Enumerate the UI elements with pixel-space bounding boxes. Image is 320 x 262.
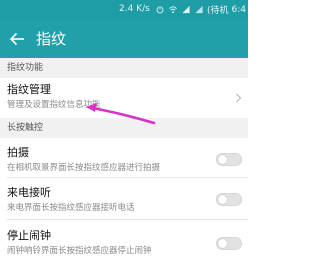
list-item-take-photo[interactable]: 拍摄 在相机取景界面长按指纹感应器进行拍摄 bbox=[0, 138, 248, 178]
section-header-label: 长按触控 bbox=[7, 123, 44, 133]
arrow-left-icon[interactable] bbox=[8, 30, 26, 48]
wifi-icon bbox=[169, 6, 177, 14]
toggle-knob bbox=[218, 195, 227, 204]
toggle-knob bbox=[218, 239, 227, 248]
row-title: 拍摄 bbox=[7, 146, 29, 159]
list-item-fingerprint-management[interactable]: 指纹管理 管理及设置指纹信息功能 bbox=[0, 78, 248, 118]
status-icons: (待机 6:4 bbox=[155, 3, 246, 16]
standby-label: (待机 bbox=[207, 6, 229, 16]
row-subtitle: 来电界面长按指纹感应器接听电话 bbox=[7, 203, 135, 213]
toggle-knob bbox=[218, 155, 227, 164]
list-item-stop-alarm[interactable]: 停止闹钟 闹钟响铃界面长按指纹感应器停止闹钟 bbox=[0, 220, 248, 262]
status-bar: 2.4 K/s (待机 6:4 bbox=[0, 0, 248, 20]
page-title: 指纹 bbox=[36, 30, 67, 48]
row-title: 来电接听 bbox=[7, 186, 51, 199]
row-subtitle: 闹钟响铃界面长按指纹感应器停止闹钟 bbox=[7, 246, 152, 256]
take-photo-toggle[interactable] bbox=[216, 153, 242, 166]
screen: 2.4 K/s (待机 6:4 指纹 指纹功能 指纹管理 管理及设置指纹信息功能… bbox=[0, 0, 248, 262]
stop-alarm-toggle[interactable] bbox=[216, 237, 242, 250]
section-header-long-press: 长按触控 bbox=[0, 118, 248, 138]
alarm-icon bbox=[156, 6, 164, 14]
network-speed: 2.4 K/s bbox=[119, 4, 150, 14]
app-bar: 指纹 bbox=[0, 20, 248, 58]
list-item-answer-call[interactable]: 来电接听 来电界面长按指纹感应器接听电话 bbox=[0, 178, 248, 220]
answer-call-toggle[interactable] bbox=[216, 193, 242, 206]
row-subtitle: 在相机取景界面长按指纹感应器进行拍摄 bbox=[7, 163, 161, 173]
clock-time: 6:4 bbox=[231, 4, 246, 15]
row-subtitle: 管理及设置指纹信息功能 bbox=[7, 100, 101, 110]
signal-icon bbox=[182, 5, 190, 14]
row-title: 停止闹钟 bbox=[7, 229, 51, 242]
section-header-fingerprint-functions: 指纹功能 bbox=[0, 58, 248, 78]
section-header-label: 指纹功能 bbox=[7, 63, 44, 73]
row-title: 指纹管理 bbox=[7, 83, 51, 96]
chevron-right-icon bbox=[236, 93, 242, 103]
signal-icon-2 bbox=[195, 5, 203, 14]
